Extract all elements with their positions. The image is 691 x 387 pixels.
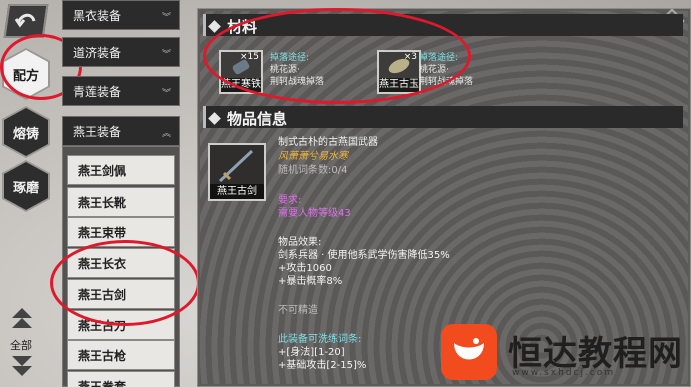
- info-title: 物品信息: [208, 108, 288, 129]
- category-label: 道济装备: [73, 45, 122, 60]
- requirement-value: 需要人物等级43: [278, 208, 351, 219]
- diamond-icon: [208, 20, 221, 33]
- weapon-icon-slot[interactable]: 燕王古剑: [208, 143, 266, 201]
- list-item[interactable]: 燕王剑佩: [67, 155, 175, 185]
- chevron-down-icon: ︾: [161, 13, 171, 23]
- chevron-down-icon: ︾: [161, 50, 171, 60]
- category-label: 燕王装备: [73, 124, 122, 139]
- back-button[interactable]: [3, 4, 49, 38]
- effect-label: 物品效果:: [278, 237, 322, 248]
- wash-line: +基础攻击[2-15]%: [278, 360, 367, 371]
- chevron-down-icon: ︾: [161, 89, 171, 99]
- chevron-up-icon: ︽: [161, 129, 171, 139]
- effect-line: +暴击概率8%: [278, 276, 343, 287]
- list-item[interactable]: 燕王古枪: [67, 340, 175, 370]
- not-tradable: 不可精造: [278, 305, 318, 316]
- list-item[interactable]: 燕王长靴: [67, 187, 175, 217]
- scroll-bottom-icon[interactable]: [12, 366, 32, 376]
- back-arrow-icon: [14, 13, 36, 28]
- category-label: 青莲装备: [73, 84, 122, 99]
- item-description: 制式古朴的古燕国武器: [278, 137, 378, 148]
- scroll-up-icon[interactable]: [12, 308, 32, 318]
- effect-line: 剑系兵器 · 使用他系武学伤害降低35%: [278, 250, 450, 261]
- scroll-down-icon[interactable]: [12, 356, 32, 366]
- wash-line: +[身法][1-20]: [278, 347, 345, 358]
- wash-label: 此装备可洗练词条:: [278, 334, 362, 345]
- scroll-top-icon[interactable]: [12, 318, 32, 328]
- watermark-logo: [441, 324, 497, 380]
- diamond-icon: [208, 112, 221, 125]
- category-yanwang[interactable]: 燕王装备 ︽: [62, 116, 180, 146]
- category-label: 黑衣装备: [73, 8, 122, 23]
- sword-icon: [218, 149, 254, 183]
- item-flavor: 风萧萧兮易水寒: [278, 151, 348, 162]
- requirement-label: 要求:: [278, 195, 302, 206]
- highlight-circle-materials: [203, 8, 471, 104]
- info-title-text: 物品信息: [227, 110, 288, 128]
- highlight-circle-items: [50, 240, 200, 326]
- random-count: 随机词条数:0/4: [278, 165, 348, 176]
- list-item[interactable]: 燕王拳套: [67, 371, 175, 387]
- watermark-logo-icon: [454, 338, 484, 360]
- effect-line: +攻击1060: [278, 263, 332, 274]
- weapon-name: 燕王古剑: [210, 184, 264, 199]
- category-qinglian[interactable]: 青莲装备 ︾: [62, 76, 180, 106]
- all-label[interactable]: 全部: [10, 337, 32, 353]
- watermark-url: www.sxhdcj.com: [512, 368, 616, 378]
- category-daoji[interactable]: 道济装备 ︾: [62, 37, 180, 67]
- category-heiyi[interactable]: 黑衣装备 ︾: [62, 0, 180, 30]
